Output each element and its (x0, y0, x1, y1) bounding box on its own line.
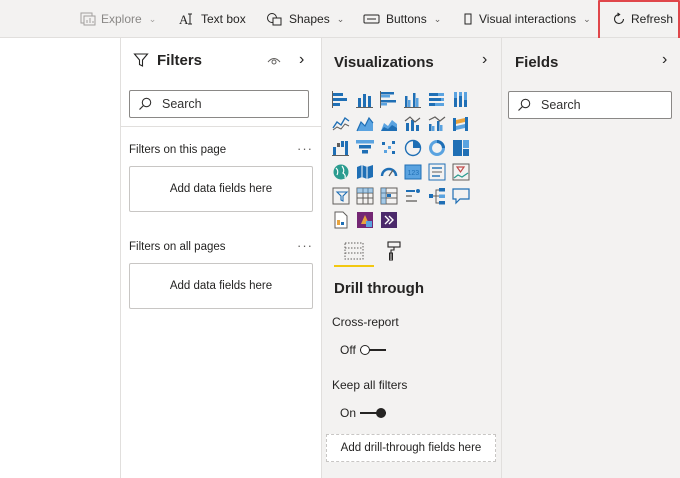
funnel-chart-icon[interactable] (354, 137, 376, 159)
stacked-column-chart-icon[interactable] (354, 89, 376, 111)
stacked-area-chart-icon[interactable] (378, 113, 400, 135)
filters-pane: Filters › Search Filters on this page ··… (120, 38, 322, 478)
toggle-track (360, 407, 387, 419)
shapes-button[interactable]: Shapes ⌄ (266, 0, 344, 38)
treemap-icon[interactable] (450, 137, 472, 159)
chevron-down-icon: ⌄ (148, 13, 157, 24)
scatter-chart-icon[interactable] (378, 137, 400, 159)
collapse-visualizations-chevron-icon[interactable]: › (482, 51, 487, 69)
slicer-icon[interactable] (330, 185, 352, 207)
visual-types-gallery: 123 (330, 89, 472, 231)
filters-search-input[interactable]: Search (129, 90, 309, 118)
collapse-fields-chevron-icon[interactable]: › (662, 51, 667, 69)
filters-title: Filters (157, 52, 203, 69)
donut-chart-icon[interactable] (426, 137, 448, 159)
fields-pane: Fields › Search (502, 38, 680, 478)
map-icon[interactable] (330, 161, 352, 183)
eye-icon[interactable] (267, 56, 281, 66)
100-stacked-column-chart-icon[interactable] (450, 89, 472, 111)
visualizations-pane: Visualizations › 123 Drill through Cross… (322, 38, 502, 478)
line-and-stacked-column-chart-icon[interactable] (402, 113, 424, 135)
active-tab-indicator (334, 265, 374, 267)
keep-all-filters-toggle[interactable]: On (340, 406, 387, 420)
cross-report-toggle[interactable]: Off (340, 343, 386, 357)
line-and-clustered-column-chart-icon[interactable] (426, 113, 448, 135)
toggle-knob (359, 345, 370, 355)
decomposition-tree-icon[interactable] (426, 185, 448, 207)
keep-all-filters-state: On (340, 406, 357, 420)
svg-text:A: A (179, 12, 189, 26)
cross-report-state: Off (340, 343, 356, 357)
filters-on-this-page-label: Filters on this page (129, 144, 227, 156)
collapse-filters-chevron-icon[interactable]: › (299, 51, 304, 69)
paginated-report-icon[interactable] (330, 209, 352, 231)
multi-row-card-icon[interactable] (426, 161, 448, 183)
fields-well-tab[interactable] (342, 240, 366, 262)
kpi-icon[interactable] (450, 161, 472, 183)
key-influencers-icon[interactable] (402, 185, 424, 207)
search-icon (139, 97, 152, 110)
shapes-icon (267, 13, 282, 26)
chevron-down-icon: ⌄ (433, 13, 442, 24)
more-options-icon[interactable]: ··· (297, 238, 313, 253)
explore-label: Explore (101, 12, 142, 26)
drill-through-title: Drill through (334, 280, 424, 297)
svg-text:123: 123 (408, 170, 420, 177)
buttons-icon (363, 14, 380, 24)
chevron-down-icon: ⌄ (336, 13, 345, 24)
area-chart-icon[interactable] (354, 113, 376, 135)
stacked-bar-chart-icon[interactable] (330, 89, 352, 111)
report-canvas[interactable] (0, 38, 120, 478)
table-icon[interactable] (354, 185, 376, 207)
line-chart-icon[interactable] (330, 113, 352, 135)
more-options-icon[interactable]: ··· (297, 141, 313, 156)
qa-icon[interactable] (450, 185, 472, 207)
format-tab[interactable] (382, 240, 406, 262)
clustered-bar-chart-icon[interactable] (378, 89, 400, 111)
visual-interactions-label: Visual interactions (479, 12, 577, 26)
toggle-knob (376, 408, 387, 418)
matrix-icon[interactable] (378, 185, 400, 207)
chevron-down-icon: ⌄ (583, 13, 591, 24)
visual-interactions-icon (464, 13, 472, 25)
toggle-track (359, 344, 386, 356)
filters-search-placeholder: Search (162, 97, 202, 111)
build-visual-icon (344, 242, 364, 260)
ribbon-toolbar: Explore ⌄ A Text box Shapes ⌄ Buttons ⌄ … (0, 0, 680, 43)
filters-divider (121, 126, 321, 127)
text-box-icon: A (179, 12, 192, 26)
fields-search-placeholder: Search (541, 98, 581, 112)
search-icon (518, 98, 531, 111)
filled-map-icon[interactable] (354, 161, 376, 183)
power-automate-icon[interactable] (378, 209, 400, 231)
buttons-button[interactable]: Buttons ⌄ (363, 0, 441, 38)
filters-on-all-pages-label: Filters on all pages (129, 241, 226, 253)
drill-through-drop-zone[interactable]: Add drill-through fields here (326, 434, 496, 462)
gauge-icon[interactable] (378, 161, 400, 183)
shapes-label: Shapes (289, 12, 330, 26)
power-apps-icon[interactable] (354, 209, 376, 231)
explore-button[interactable]: Explore ⌄ (80, 0, 156, 38)
cross-report-label: Cross-report (332, 315, 399, 329)
text-box-label: Text box (201, 12, 246, 26)
100-stacked-bar-chart-icon[interactable] (426, 89, 448, 111)
refresh-highlight-box (598, 0, 680, 43)
pie-chart-icon[interactable] (402, 137, 424, 159)
visualizations-title: Visualizations (334, 54, 434, 71)
card-icon[interactable]: 123 (402, 161, 424, 183)
buttons-label: Buttons (386, 12, 427, 26)
fields-search-input[interactable]: Search (508, 91, 672, 119)
ribbon-chart-icon[interactable] (450, 113, 472, 135)
page-filters-drop-zone[interactable]: Add data fields here (129, 166, 313, 212)
explore-icon (80, 12, 96, 26)
visual-interactions-button[interactable]: Visual interactions ⌄ (462, 0, 591, 38)
all-pages-filters-drop-zone[interactable]: Add data fields here (129, 263, 313, 309)
filter-icon (133, 53, 149, 67)
text-box-button[interactable]: A Text box (178, 0, 246, 38)
waterfall-chart-icon[interactable] (330, 137, 352, 159)
paint-roller-icon (387, 241, 401, 261)
keep-all-filters-label: Keep all filters (332, 378, 408, 392)
fields-title: Fields (515, 54, 559, 71)
clustered-column-chart-icon[interactable] (402, 89, 424, 111)
